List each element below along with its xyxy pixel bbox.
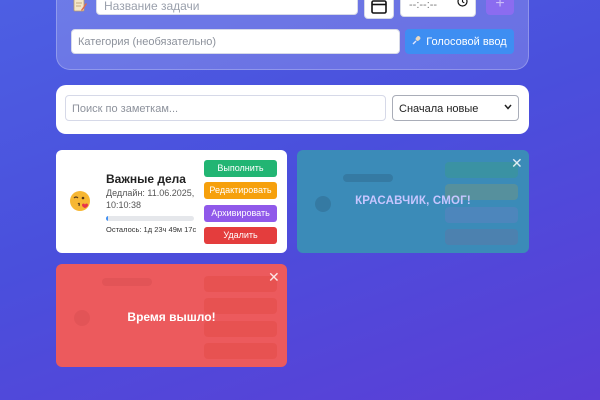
blurred-button (204, 276, 277, 292)
task-title-input[interactable]: Название задачи (96, 0, 358, 15)
task-remaining: Осталось: 1д 23ч 49м 17с (106, 225, 197, 234)
success-message: КРАСАВЧИК, СМОГ! (355, 195, 471, 207)
calendar-button[interactable] (364, 0, 394, 19)
blurred-button (445, 229, 518, 245)
time-input[interactable]: --:--:-- (400, 0, 476, 17)
expired-message: Время вышло! (127, 310, 216, 324)
search-panel: Поиск по заметкам... Сначала новые (56, 85, 529, 134)
chevron-down-icon (504, 102, 512, 112)
delete-button[interactable]: Удалить (204, 227, 277, 244)
clock-icon (457, 0, 468, 10)
archive-button[interactable]: Архивировать (204, 205, 277, 222)
blurred-button (445, 207, 518, 223)
add-task-button[interactable]: + (486, 0, 514, 15)
close-icon[interactable]: ✕ (511, 156, 523, 170)
progress-fill (106, 216, 108, 221)
sort-select[interactable]: Сначала новые (392, 95, 519, 121)
blurred-button (204, 343, 277, 359)
time-placeholder: --:--:-- (409, 0, 438, 11)
expired-overlay-card: Время вышло! ✕ (56, 264, 287, 367)
task-card: Важные дела Дедлайн: 11.06.2025, 10:10:3… (56, 150, 287, 253)
voice-input-button[interactable]: Голосовой ввод (405, 29, 514, 54)
microphone-icon (412, 35, 422, 48)
calendar-icon (371, 0, 387, 14)
note-icon (73, 0, 87, 12)
task-title: Важные дела (106, 172, 186, 186)
voice-input-label: Голосовой ввод (426, 35, 507, 48)
category-input[interactable]: Категория (необязательно) (71, 29, 400, 54)
edit-button[interactable]: Редактировать (204, 182, 277, 199)
sort-select-value: Сначала новые (399, 103, 479, 115)
progress-bar (106, 216, 194, 221)
success-overlay-card: КРАСАВЧИК, СМОГ! ✕ (297, 150, 529, 253)
blurred-text (102, 278, 152, 286)
blurred-button (445, 162, 518, 178)
blurred-text (343, 174, 393, 182)
task-deadline: Дедлайн: 11.06.2025, 10:10:38 (106, 188, 195, 210)
kissing-face-icon (69, 190, 91, 212)
close-icon[interactable]: ✕ (268, 270, 280, 284)
complete-button[interactable]: Выполнить (204, 160, 277, 177)
search-input[interactable]: Поиск по заметкам... (65, 95, 386, 121)
